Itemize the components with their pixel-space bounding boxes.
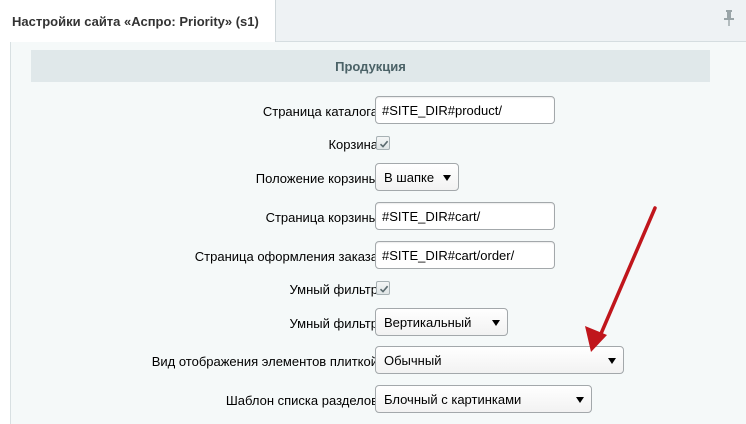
basket-checkbox[interactable]: [376, 136, 390, 150]
tile-view-value: Обычный: [384, 352, 442, 368]
sections-template-label: Шаблон списка разделов: [225, 392, 378, 408]
basket-label: Корзина: [328, 136, 378, 152]
row-smart-filter: Умный фильтр: [11, 274, 746, 304]
chevron-down-icon: [576, 397, 584, 403]
basket-page-label: Страница корзины: [265, 209, 378, 225]
section-title: Продукция: [335, 58, 406, 74]
pin-icon[interactable]: [722, 9, 736, 27]
row-sections-template: Шаблон списка разделов Блочный с картинк…: [11, 385, 746, 415]
chevron-down-icon: [608, 358, 616, 364]
settings-panel: Продукция Страница каталога #SITE_DIR#pr…: [10, 42, 746, 424]
smart-filter-type-label: Умный фильтр: [289, 315, 379, 331]
smart-filter-checkbox[interactable]: [376, 281, 390, 295]
row-tile-view: Вид отображения элементов плиткой Обычны…: [11, 346, 746, 376]
smart-filter-type-value: Вертикальный: [384, 314, 472, 330]
order-page-label: Страница оформления заказа: [194, 248, 378, 264]
order-page-input[interactable]: #SITE_DIR#cart/order/: [375, 241, 555, 269]
row-order-page: Страница оформления заказа #SITE_DIR#car…: [11, 241, 746, 271]
catalog-page-label: Страница каталога: [262, 103, 378, 119]
checkmark-icon: [379, 285, 389, 293]
sections-template-value: Блочный с картинками: [384, 391, 522, 407]
smart-filter-label: Умный фильтр: [289, 281, 379, 297]
chevron-down-icon: [492, 320, 500, 326]
basket-page-input[interactable]: #SITE_DIR#cart/: [375, 202, 555, 230]
smart-filter-type-select[interactable]: Вертикальный: [375, 308, 508, 336]
row-basket-page: Страница корзины #SITE_DIR#cart/: [11, 202, 746, 232]
checkmark-icon: [379, 140, 389, 148]
tab-title: Настройки сайта «Аспро: Priority» (s1): [12, 13, 259, 29]
section-header: Продукция: [31, 50, 710, 82]
row-basket-position: Положение корзины В шапке: [11, 163, 746, 193]
basket-position-select[interactable]: В шапке: [375, 163, 459, 191]
tile-view-select[interactable]: Обычный: [375, 346, 624, 374]
tab-site-settings[interactable]: Настройки сайта «Аспро: Priority» (s1): [0, 0, 276, 42]
row-catalog-page: Страница каталога #SITE_DIR#product/: [11, 96, 746, 126]
row-smart-filter-type: Умный фильтр Вертикальный: [11, 308, 746, 338]
sections-template-select[interactable]: Блочный с картинками: [375, 385, 592, 413]
chevron-down-icon: [443, 175, 451, 181]
basket-position-value: В шапке: [384, 169, 435, 185]
row-basket: Корзина: [11, 129, 746, 159]
tile-view-label: Вид отображения элементов плиткой: [151, 353, 378, 369]
catalog-page-input[interactable]: #SITE_DIR#product/: [375, 96, 555, 124]
basket-position-label: Положение корзины: [255, 170, 378, 186]
top-tab-bar: Настройки сайта «Аспро: Priority» (s1): [0, 0, 746, 42]
